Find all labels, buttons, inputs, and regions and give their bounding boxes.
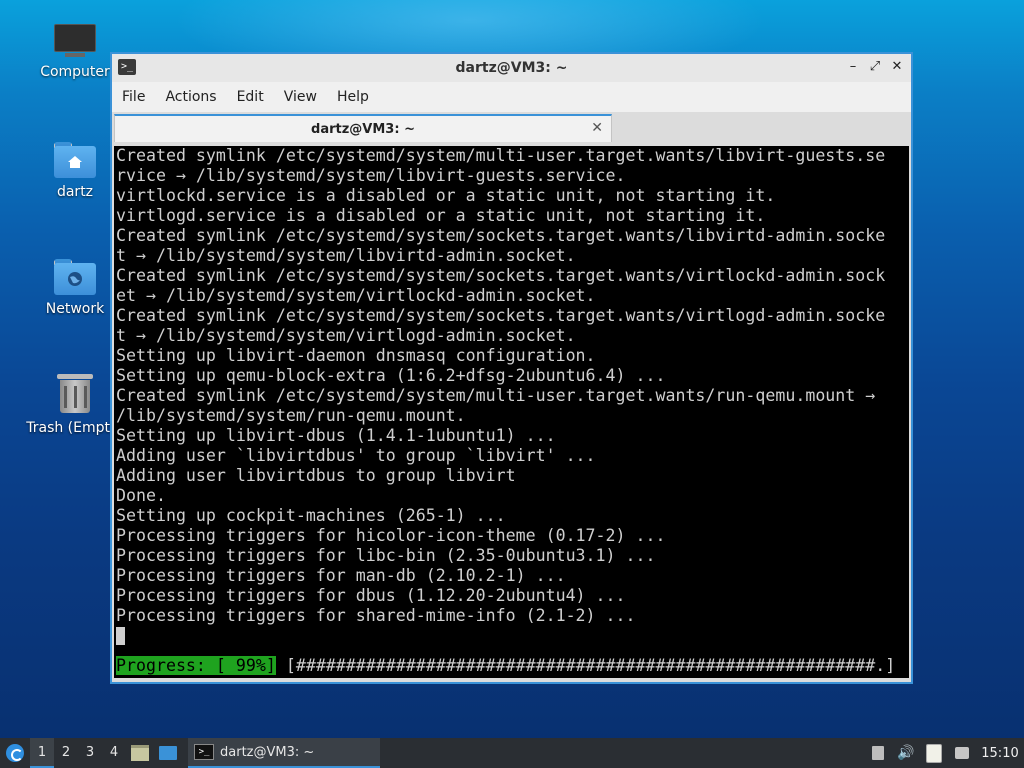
file-manager-launcher[interactable] [126, 738, 154, 768]
lubuntu-logo-icon [6, 744, 24, 762]
tray-update-notifier[interactable] [864, 738, 892, 768]
clipboard-icon [926, 743, 942, 763]
terminal-line: t → /lib/systemd/system/libvirtd-admin.s… [116, 246, 576, 265]
clock[interactable]: 15:10 [976, 746, 1024, 761]
window-titlebar[interactable]: >_ dartz@VM3: ~ – ⤢ ✕ [112, 54, 911, 82]
terminal-line: Created symlink /etc/systemd/system/sock… [116, 226, 886, 245]
terminal-line: Created symlink /etc/systemd/system/mult… [116, 146, 886, 165]
package-icon [872, 746, 884, 760]
terminal-task-icon: >_ [194, 744, 214, 760]
computer-icon [54, 24, 96, 58]
menu-actions[interactable]: Actions [165, 89, 216, 105]
terminal-line: Adding user `libvirtdbus' to group `libv… [116, 446, 596, 465]
tray-clipboard[interactable] [920, 738, 948, 768]
menu-view[interactable]: View [284, 89, 317, 105]
terminal-line: Setting up libvirt-daemon dnsmasq config… [116, 346, 596, 365]
menu-file[interactable]: File [122, 89, 145, 105]
workspace-4[interactable]: 4 [102, 738, 126, 768]
terminal-line: Setting up qemu-block-extra (1:6.2+dfsg-… [116, 366, 666, 385]
terminal-cursor [116, 627, 125, 645]
workspace-3[interactable]: 3 [78, 738, 102, 768]
maximize-button[interactable]: ⤢ [867, 58, 883, 76]
tray-volume[interactable]: 🔊 [892, 738, 920, 768]
cursor-line [116, 626, 909, 646]
terminal-line: Adding user libvirtdbus to group libvirt [116, 466, 516, 485]
terminal-lines: Created symlink /etc/systemd/system/mult… [114, 146, 909, 676]
close-button[interactable]: ✕ [889, 58, 905, 76]
show-desktop-button[interactable] [154, 738, 182, 768]
terminal-line: virtlockd.service is a disabled or a sta… [116, 186, 776, 205]
start-menu-button[interactable] [0, 738, 30, 768]
terminal-line: t → /lib/systemd/system/virtlogd-admin.s… [116, 326, 576, 345]
terminal-line: Done. [116, 486, 166, 505]
progress-row: Progress: [ 99%] [######################… [116, 656, 909, 676]
taskbar-task-terminal[interactable]: >_ dartz@VM3: ~ [188, 738, 380, 768]
terminal-line: Created symlink /etc/systemd/system/sock… [116, 306, 886, 325]
window-title: dartz@VM3: ~ [455, 60, 568, 76]
tab-label: dartz@VM3: ~ [311, 121, 415, 137]
terminal-line: Created symlink /etc/systemd/system/mult… [116, 386, 876, 405]
terminal-line: Processing triggers for shared-mime-info… [116, 606, 636, 625]
volume-icon: 🔊 [897, 745, 915, 761]
progress-bar: [#######################################… [275, 656, 896, 675]
tab-bar: dartz@VM3: ~ ✕ [112, 112, 911, 144]
terminal-line: Setting up libvirt-dbus (1.4.1-1ubuntu1)… [116, 426, 556, 445]
terminal-line: Processing triggers for hicolor-icon-the… [116, 526, 666, 545]
workspace-2[interactable]: 2 [54, 738, 78, 768]
terminal-app-icon[interactable]: >_ [118, 59, 136, 75]
workspace-1[interactable]: 1 [30, 738, 54, 768]
terminal-line: et → /lib/systemd/system/virtlockd-admin… [116, 286, 596, 305]
terminal-output[interactable]: Created symlink /etc/systemd/system/mult… [114, 146, 909, 678]
show-desktop-icon [159, 746, 177, 760]
terminal-window[interactable]: >_ dartz@VM3: ~ – ⤢ ✕ File Actions Edit … [110, 52, 913, 684]
taskbar: 1 2 3 4 >_ dartz@VM3: ~ 🔊 15:10 [0, 738, 1024, 768]
network-folder-icon [54, 259, 96, 295]
network-icon [955, 747, 969, 759]
terminal-line: Processing triggers for libc-bin (2.35-0… [116, 546, 656, 565]
terminal-line: Processing triggers for man-db (2.10.2-1… [116, 566, 566, 585]
tab-terminal[interactable]: dartz@VM3: ~ ✕ [114, 114, 612, 142]
terminal-line: Processing triggers for dbus (1.12.20-2u… [116, 586, 626, 605]
menu-help[interactable]: Help [337, 89, 369, 105]
terminal-line: virtlogd.service is a disabled or a stat… [116, 206, 766, 225]
task-label: dartz@VM3: ~ [220, 744, 315, 760]
minimize-button[interactable]: – [845, 58, 861, 76]
tray-network[interactable] [948, 738, 976, 768]
home-folder-icon [54, 142, 96, 178]
terminal-line: Setting up cockpit-machines (265-1) ... [116, 506, 506, 525]
terminal-line: /lib/systemd/system/run-qemu.mount. [116, 406, 466, 425]
progress-label: Progress: [ 99%] [116, 656, 276, 675]
terminal-line: rvice → /lib/systemd/system/libvirt-gues… [116, 166, 626, 185]
terminal-line: Created symlink /etc/systemd/system/sock… [116, 266, 886, 285]
menu-bar: File Actions Edit View Help [112, 82, 911, 112]
tab-close-icon[interactable]: ✕ [591, 120, 603, 136]
trash-icon [57, 374, 93, 414]
menu-edit[interactable]: Edit [237, 89, 264, 105]
file-manager-icon [131, 745, 149, 761]
